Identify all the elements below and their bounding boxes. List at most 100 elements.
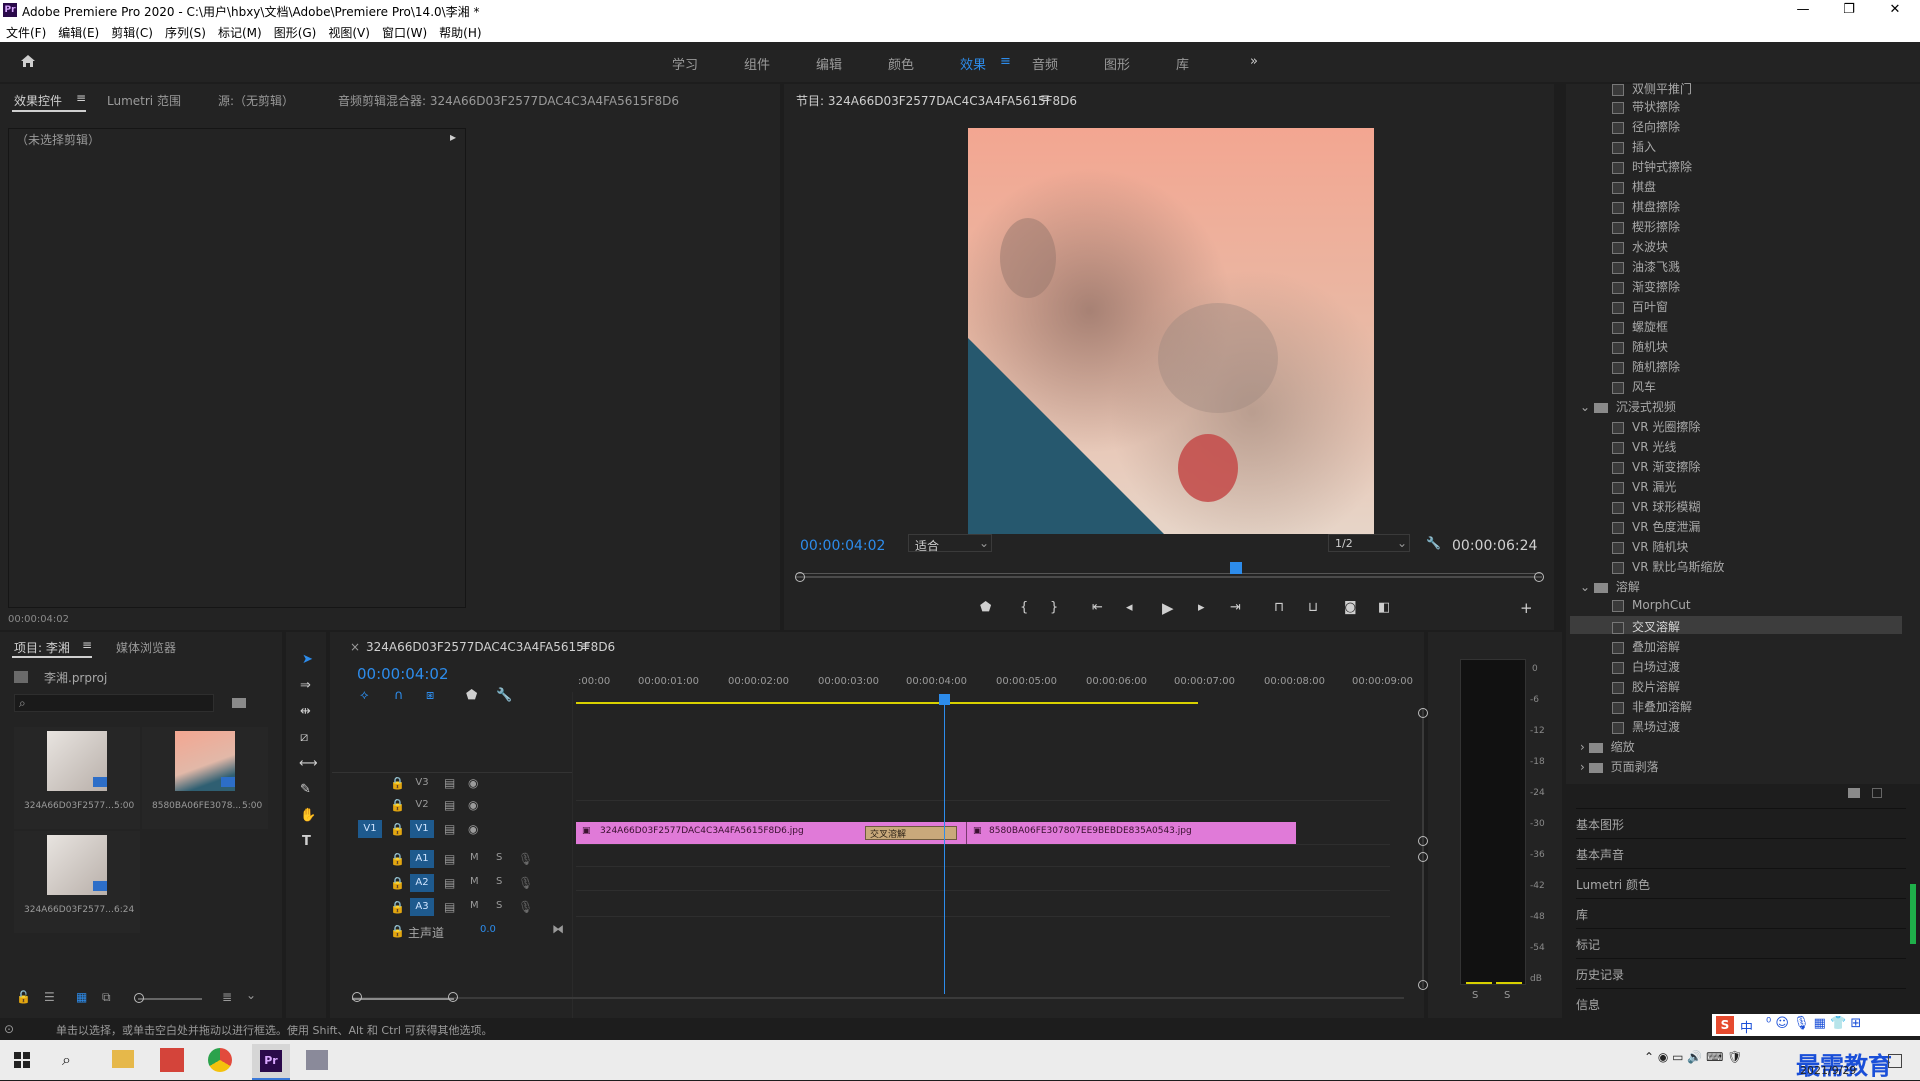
hand-tool-icon[interactable]: ✋ [300,808,316,823]
hscroll-handle-right[interactable] [448,992,458,1002]
mic-icon[interactable]: 🎙 [518,900,533,914]
track-lock-icon[interactable]: 🔒 [390,798,405,812]
mark-out-icon[interactable]: } [1050,600,1058,615]
sync-lock-icon[interactable]: ▤ [444,852,455,866]
list-view-icon[interactable]: ☰ [44,990,55,1004]
search-input[interactable]: ⌕ [14,694,214,712]
tab-audio-clip-mixer[interactable]: 音频剪辑混合器: 324A66D03F2577DAC4C3A4FA5615F8D… [338,92,679,109]
program-scrubber-ruler[interactable] [796,562,1542,574]
tray-icons[interactable]: ⌃ ◉ ▭ 🔊 ⌨ 🛡 [1644,1050,1742,1064]
panel-menu-icon[interactable]: ≡ [76,91,86,105]
windows-start-icon[interactable] [14,1052,30,1068]
linked-selection-icon[interactable]: ⧆ [426,688,434,703]
tab-source[interactable]: 源:（无剪辑） [218,92,294,109]
sync-lock-icon[interactable]: ▤ [444,876,455,890]
lift-icon[interactable]: ⊓ [1274,600,1284,615]
vscroll-handle[interactable] [1418,980,1428,990]
selection-tool-icon[interactable]: ➤ [302,652,313,667]
trash-icon[interactable] [1872,788,1882,798]
resolution-select[interactable]: 1/2 ⌄ [1328,534,1410,552]
extract-icon[interactable]: ⊔ [1308,600,1318,615]
tab-media-browser[interactable]: 媒体浏览器 [116,639,176,656]
panel-libraries[interactable]: 库 [1576,898,1906,926]
folder-dissolve[interactable]: ⌄ 溶解 [1580,578,1640,598]
notification-icon[interactable] [1888,1054,1902,1068]
mute-icon[interactable]: M [470,852,479,863]
solo-right-button[interactable]: S [1504,990,1510,1001]
project-item[interactable]: 8580BA06FE3078... 5:00 [142,727,268,829]
folder-page-peel[interactable]: › 页面剥落 [1580,758,1659,778]
hscroll-thumb[interactable] [352,998,454,1000]
zoom-handle-left[interactable] [795,572,805,582]
track-label-a2[interactable]: A2 [410,874,434,892]
panel-markers[interactable]: 标记 [1576,928,1906,956]
chrome-icon[interactable] [208,1048,232,1072]
close-button[interactable]: ✕ [1872,0,1918,20]
program-menu-icon[interactable]: ≡ [1040,91,1050,105]
solo-icon[interactable]: S [496,900,502,911]
master-volume-value[interactable]: 0.0 [480,924,496,935]
panel-essential-sound[interactable]: 基本声音 [1576,838,1906,866]
effect-item[interactable]: VR 渐变擦除 [1612,458,1700,478]
folder-immersive-video[interactable]: ⌄ 沉浸式视频 [1580,398,1676,418]
effect-item[interactable]: 百叶窗 [1612,298,1668,318]
scrollbar-thumb[interactable] [1910,884,1916,944]
effect-item-cross-dissolve[interactable]: 交叉溶解 [1612,618,1680,638]
chevron-down-icon[interactable]: ⌄ [246,988,256,1002]
effect-item[interactable]: VR 光圈擦除 [1612,418,1700,438]
vscroll-handle[interactable] [1418,708,1428,718]
track-label-v2[interactable]: V2 [412,796,432,814]
effect-item[interactable]: 白场过渡 [1612,658,1680,678]
pen-tool-icon[interactable]: ✎ [300,782,311,797]
file-explorer-icon[interactable] [112,1050,134,1068]
effect-item[interactable]: 水波块 [1612,238,1668,258]
timeline-settings-icon[interactable]: 🔧 [496,688,512,703]
sync-lock-icon[interactable]: ▤ [444,798,455,812]
fit-select[interactable]: 适合 ⌄ [908,534,992,553]
freeform-view-icon[interactable]: ⧉ [102,990,111,1005]
mic-icon[interactable]: 🎙 [518,852,533,866]
home-icon[interactable] [20,54,36,68]
track-lock-icon[interactable]: 🔒 [390,900,405,914]
add-marker-icon[interactable]: ⬟ [466,688,477,703]
sogou-icon[interactable]: S [1716,1016,1734,1034]
clip-2[interactable]: ▣ 8580BA06FE307807EE9BEBDE835A0543.jpg [966,822,1296,844]
effect-item[interactable]: VR 光线 [1612,438,1676,458]
mute-icon[interactable]: M [470,876,479,887]
tab-project[interactable]: 项目: 李湘 [14,639,70,656]
sync-lock-icon[interactable]: ▤ [444,776,455,790]
panel-lumetri-color[interactable]: Lumetri 颜色 [1576,868,1906,896]
vscroll-handle[interactable] [1418,852,1428,862]
track-label-a3[interactable]: A3 [410,898,434,916]
effect-item[interactable]: VR 默比乌斯缩放 [1612,558,1724,578]
compare-view-icon[interactable]: ◧ [1378,600,1390,615]
hscroll-handle-left[interactable] [352,992,362,1002]
snap-magnet-icon[interactable]: ∩ [394,688,404,703]
workspace-editing[interactable]: 编辑 [816,54,842,73]
tab-lumetri-scopes[interactable]: Lumetri 范围 [107,92,181,109]
type-tool-icon[interactable]: T [302,834,311,849]
mark-in-icon[interactable]: { [1020,600,1028,615]
workspace-color[interactable]: 颜色 [888,54,914,73]
minimize-button[interactable]: — [1780,0,1826,20]
effect-item[interactable]: VR 漏光 [1612,478,1676,498]
razor-tool-icon[interactable]: ⧄ [300,730,308,745]
slip-tool-icon[interactable]: ⟷ [299,756,318,771]
folder-zoom[interactable]: › 缩放 [1580,738,1635,758]
sort-icon[interactable]: ≣ [222,990,232,1004]
eye-icon[interactable]: ◉ [468,798,478,812]
track-lock-icon[interactable]: 🔒 [390,822,405,836]
effect-item[interactable]: VR 随机块 [1612,538,1688,558]
effect-item[interactable]: 楔形擦除 [1612,218,1680,238]
go-to-end-icon[interactable]: ⧓ [552,922,564,936]
premiere-taskbar-button[interactable]: Pr [252,1044,290,1080]
project-menu-icon[interactable]: ≡ [82,638,92,652]
icon-view-icon[interactable]: ▦ [76,990,87,1004]
effect-item[interactable]: 随机擦除 [1612,358,1680,378]
work-area-bar[interactable] [576,702,1198,704]
solo-icon[interactable]: S [496,876,502,887]
ripple-edit-tool-icon[interactable]: ⇹ [300,704,311,719]
slider-handle[interactable] [134,993,144,1003]
go-to-out-icon[interactable]: ⇥ [1230,600,1241,615]
solo-icon[interactable]: S [496,852,502,863]
